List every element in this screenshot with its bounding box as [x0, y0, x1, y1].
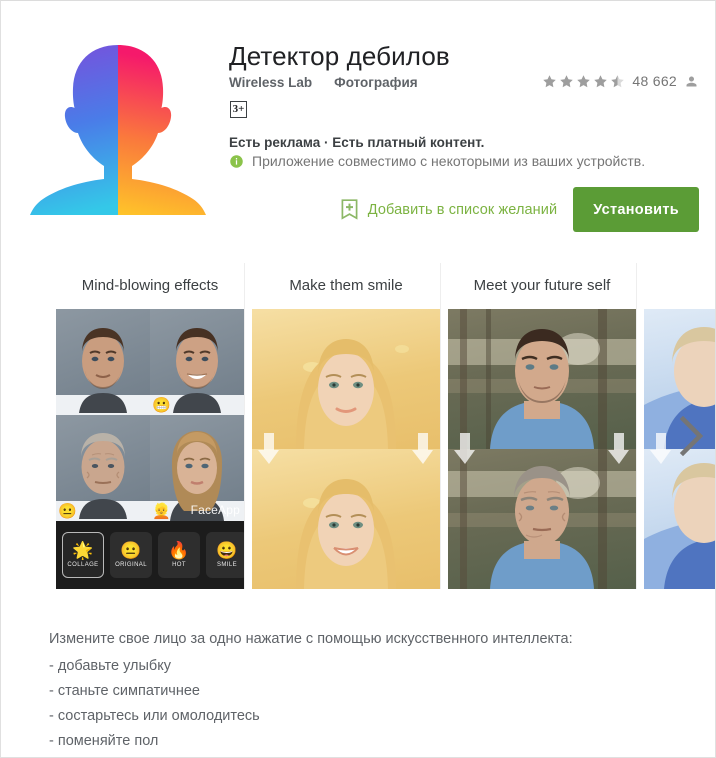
filter-label: HOT [172, 562, 186, 568]
tile-emoji: 👱 [152, 503, 171, 520]
filter-toolbar: 🌟 COLLAGE 😐 ORIGINAL 🔥 HOT 😀 SMILE [56, 521, 244, 589]
description-bullet: - добавьте улыбку [49, 658, 171, 674]
description-bullet: - станьте симпатичнее [49, 683, 200, 699]
app-header: Детектор дебилов Wireless Lab Фотография… [1, 1, 715, 251]
face-illustration [56, 328, 150, 415]
screenshot-caption [644, 263, 715, 309]
screenshot-image[interactable] [252, 309, 440, 589]
grin-face-icon: 😀 [216, 541, 238, 560]
face-illustration [448, 309, 636, 449]
chevron-right-icon [679, 416, 704, 456]
blonde-woman-smiling [252, 449, 440, 589]
star-icon: 🌟 [72, 541, 94, 560]
add-to-wishlist-button[interactable]: Добавить в список желаний [341, 199, 557, 220]
blonde-woman-neutral [252, 309, 440, 449]
info-icon [230, 154, 243, 168]
tile-emoji: 😐 [58, 503, 77, 520]
filter-label: ORIGINAL [115, 562, 147, 568]
compatibility-text: Приложение совместимо с некоторыми из ва… [252, 153, 646, 169]
screenshot-card[interactable]: Mind-blowing effects 😬 😐 👱 FaceApp 🌟 COL… [56, 263, 245, 589]
description-bullet: - состарьтесь или омолодитесь [49, 708, 260, 724]
fire-icon: 🔥 [168, 541, 190, 560]
person-icon [686, 76, 697, 86]
faceapp-head-icon [25, 29, 211, 215]
filter-button-smile[interactable]: 😀 SMILE [206, 532, 244, 578]
filter-label: COLLAGE [67, 562, 99, 568]
carousel-next-button[interactable] [671, 411, 711, 461]
wishlist-label: Добавить в список желаний [367, 201, 558, 218]
face-illustration [448, 449, 636, 589]
filter-button-hot[interactable]: 🔥 HOT [158, 532, 200, 578]
screenshot-card[interactable]: Meet your future self [448, 263, 637, 589]
screenshot-image[interactable] [448, 309, 636, 589]
app-description: Измените свое лицо за одно нажатие с пом… [49, 627, 669, 754]
app-meta-row: Wireless Lab Фотография [229, 75, 418, 90]
review-count: 48 662 [632, 73, 677, 89]
screenshot-caption: Meet your future self [473, 277, 611, 294]
man-forest-young [448, 309, 636, 449]
star-icon [543, 74, 557, 87]
collage-tile-original-male [56, 309, 150, 415]
collage-tile-smiling-male: 😬 [150, 309, 244, 415]
rating-block: 48 662 [542, 73, 699, 89]
neutral-face-icon: 😐 [120, 541, 142, 560]
collage-tile-female-version: 👱 FaceApp [150, 415, 244, 521]
description-bullet: - поменяйте пол [49, 733, 159, 749]
before-after-pair [252, 309, 440, 589]
star-icon [577, 74, 591, 87]
compatibility-notice: Приложение совместимо с некоторыми из ва… [229, 153, 645, 169]
ads-notice: Есть реклама · Есть платный контент. [229, 135, 485, 150]
app-detail-card: Детектор дебилов Wireless Lab Фотография… [0, 0, 716, 758]
description-intro: Измените свое лицо за одно нажатие с пом… [49, 631, 573, 647]
action-row: Добавить в список желаний Установить [341, 187, 699, 232]
star-icon [560, 74, 574, 87]
screenshot-image[interactable]: 😬 😐 👱 FaceApp 🌟 COLLAGE 😐 ORIGINAL 🔥 HOT… [56, 309, 244, 589]
screenshot-caption: Mind-blowing effects [81, 277, 219, 294]
man-forest-old [448, 449, 636, 589]
screenshot-carousel[interactable]: Mind-blowing effects 😬 😐 👱 FaceApp 🌟 COL… [1, 263, 715, 603]
star-icon [594, 74, 608, 87]
faceapp-watermark: FaceApp [190, 503, 240, 517]
filter-label: SMILE [216, 562, 237, 568]
before-after-pair [448, 309, 636, 589]
filter-button-collage[interactable]: 🌟 COLLAGE [62, 532, 104, 578]
face-illustration [644, 463, 715, 589]
developer-link[interactable]: Wireless Lab [229, 75, 312, 90]
bookmark-add-icon [341, 199, 358, 220]
star-half-icon [611, 74, 625, 87]
install-button[interactable]: Установить [573, 187, 699, 232]
screenshot-track: Mind-blowing effects 😬 😐 👱 FaceApp 🌟 COL… [56, 263, 715, 603]
collage-tile-old-male: 😐 [56, 415, 150, 521]
app-title: Детектор дебилов [229, 41, 450, 71]
screenshot-caption: Make them smile [289, 277, 403, 294]
face-collage: 😬 😐 👱 FaceApp [56, 309, 244, 521]
category-link[interactable]: Фотография [334, 75, 417, 90]
snow-portrait-bottom [644, 449, 715, 589]
tile-emoji: 😬 [152, 397, 171, 414]
screenshot-card[interactable]: Make them smile [252, 263, 441, 589]
face-illustration [296, 479, 396, 589]
filter-button-original[interactable]: 😐 ORIGINAL [110, 532, 152, 578]
rating-stars[interactable] [542, 74, 625, 89]
face-illustration [296, 339, 409, 449]
age-rating-badge[interactable]: 3+ [230, 101, 247, 118]
